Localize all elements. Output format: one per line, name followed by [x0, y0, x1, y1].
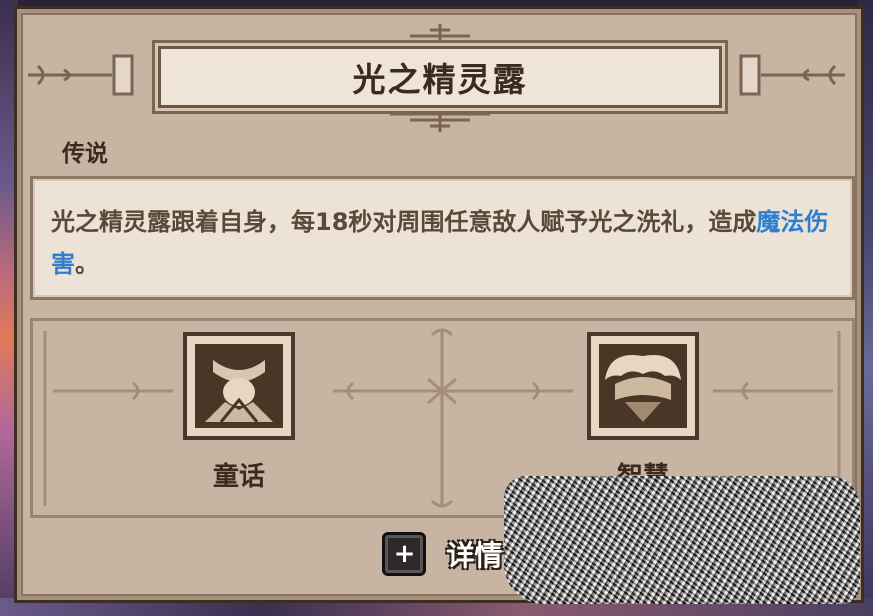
- title-left-ornament: [28, 54, 134, 96]
- item-title: 光之精灵露: [352, 60, 528, 99]
- trait-wisdom[interactable]: 智慧: [583, 330, 703, 493]
- trait-label: 童话: [212, 462, 265, 492]
- details-label: 详情: [446, 539, 503, 572]
- rarity-label: 传说: [62, 141, 108, 167]
- description-box: 光之精灵露跟着自身，每18秒对周围任意敌人赋予光之洗礼，造成魔法伤害。: [30, 176, 855, 300]
- description-part2: 。: [75, 250, 99, 278]
- title-top-ornament: [390, 24, 490, 44]
- wisdom-icon: [587, 332, 699, 440]
- details-button[interactable]: + 详情: [382, 532, 503, 576]
- description-part1: 光之精灵露跟着自身，每18秒对周围任意敌人赋予光之洗礼，造成: [51, 208, 757, 236]
- fairy-tale-icon: [183, 332, 295, 440]
- description-text: 光之精灵露跟着自身，每18秒对周围任意敌人赋予光之洗礼，造成魔法伤害。: [51, 201, 834, 285]
- title-right-ornament: [739, 54, 845, 96]
- title-banner: 光之精灵露: [158, 46, 722, 108]
- obscured-region: [504, 476, 860, 604]
- title-bottom-ornament: [390, 112, 490, 132]
- plus-icon: +: [382, 532, 427, 576]
- trait-fairy-tale[interactable]: 童话: [179, 330, 299, 493]
